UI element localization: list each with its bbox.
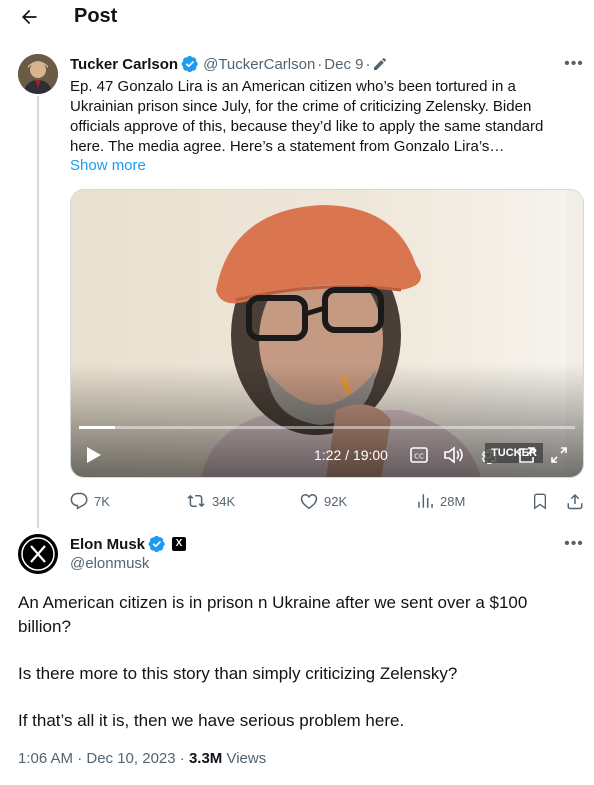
fullscreen-button[interactable]	[549, 445, 569, 465]
more-options-button[interactable]: •••	[564, 536, 584, 554]
thread-line	[37, 96, 39, 528]
more-options-button[interactable]: •••	[564, 56, 584, 74]
video-progress-fill	[79, 426, 115, 429]
play-icon	[87, 447, 101, 463]
volume-button[interactable]	[442, 445, 464, 465]
popout-icon	[519, 447, 535, 463]
more-dots-icon: •••	[564, 55, 584, 72]
tweet1-action-bar: 7K 34K 92K 28M	[70, 492, 584, 512]
tweet1-header: Tucker Carlson @TuckerCarlson · Dec 9 ·	[70, 55, 388, 73]
video-progress-bar[interactable]	[79, 426, 575, 429]
captions-icon: CC	[410, 447, 428, 463]
post-header: Post	[0, 0, 594, 36]
repost-count: 34K	[212, 493, 236, 509]
arrow-left-icon	[22, 9, 37, 25]
bookmark-button[interactable]	[532, 492, 554, 510]
captions-button[interactable]: CC	[409, 446, 429, 464]
popout-button[interactable]	[517, 445, 537, 465]
x-logo-icon	[18, 534, 58, 574]
views-button[interactable]: 28M	[416, 492, 465, 510]
tweet2-text-line: billion?	[18, 617, 71, 636]
avatar-image	[18, 54, 58, 94]
page-title: Post	[74, 5, 118, 27]
video-frame	[71, 190, 583, 477]
tweet2-paragraph: If that’s all it is, then we have seriou…	[18, 711, 405, 730]
like-button[interactable]: 92K	[300, 492, 347, 510]
tweet2-paragraph: Is there more to this story than simply …	[18, 664, 458, 683]
like-count: 92K	[324, 493, 348, 509]
reply-icon	[70, 492, 88, 510]
tweet2-header: Elon Musk X	[70, 535, 187, 553]
views-label: Views	[222, 750, 267, 767]
views-count: 28M	[440, 493, 466, 509]
post-meta: 1:06 AM · Dec 10, 2023 · 3.3M Views	[18, 750, 266, 767]
volume-icon	[444, 446, 463, 464]
share-button[interactable]	[566, 492, 590, 510]
tweet2-text-line: An American citizen is in prison n Ukrai…	[18, 593, 528, 612]
repost-button[interactable]: 34K	[186, 492, 235, 510]
more-dots-icon: •••	[564, 535, 584, 552]
author-handle[interactable]: @elonmusk	[70, 555, 149, 572]
tweet1-text-line: Ukrainian prison since July, for the cri…	[70, 98, 532, 115]
reply-count: 7K	[94, 493, 110, 509]
bookmark-icon	[534, 493, 546, 510]
video-player[interactable]: 1:22 / 19:00 CC TUCKER	[70, 189, 584, 478]
separator: ·	[365, 55, 371, 73]
back-button[interactable]	[18, 6, 40, 28]
show-more-link[interactable]: Show more	[70, 157, 146, 174]
share-icon	[567, 493, 583, 510]
views-count: 3.3M	[188, 750, 223, 767]
tweet2-paragraph: An American citizen is in prison n Ukrai…	[18, 591, 578, 639]
separator: ·	[317, 55, 323, 73]
affiliation-badge-icon[interactable]: X	[172, 537, 187, 551]
video-time: 1:22 / 19:00	[314, 447, 388, 463]
post-date[interactable]: Dec 9	[324, 56, 363, 73]
svg-text:CC: CC	[414, 453, 424, 461]
tweet1-text-line: Ep. 47 Gonzalo Lira is an American citiz…	[70, 78, 516, 95]
tweet1-text-line: officials approve of this, because they’…	[70, 118, 544, 135]
verified-badge-icon	[181, 55, 198, 73]
heart-icon	[300, 493, 318, 510]
tweet1-text: Ep. 47 Gonzalo Lira is an American citiz…	[70, 77, 570, 157]
reply-button[interactable]: 7K	[70, 492, 110, 510]
verified-badge-icon	[148, 535, 165, 553]
repost-icon	[187, 494, 205, 508]
avatar-tucker-carlson[interactable]	[18, 54, 58, 94]
fullscreen-icon	[551, 447, 567, 463]
play-button[interactable]	[83, 444, 105, 466]
author-name[interactable]: Elon Musk	[70, 536, 145, 553]
views-chart-icon	[418, 494, 433, 508]
author-handle[interactable]: @TuckerCarlson	[203, 56, 315, 73]
pencil-edit-icon	[374, 58, 387, 70]
avatar-elon-musk[interactable]	[18, 534, 58, 574]
post-timestamp[interactable]: 1:06 AM · Dec 10, 2023 ·	[18, 750, 189, 767]
author-name[interactable]: Tucker Carlson	[70, 56, 178, 73]
tweet1-text-line: here. The media agree. Here’s a statemen…	[70, 138, 505, 155]
